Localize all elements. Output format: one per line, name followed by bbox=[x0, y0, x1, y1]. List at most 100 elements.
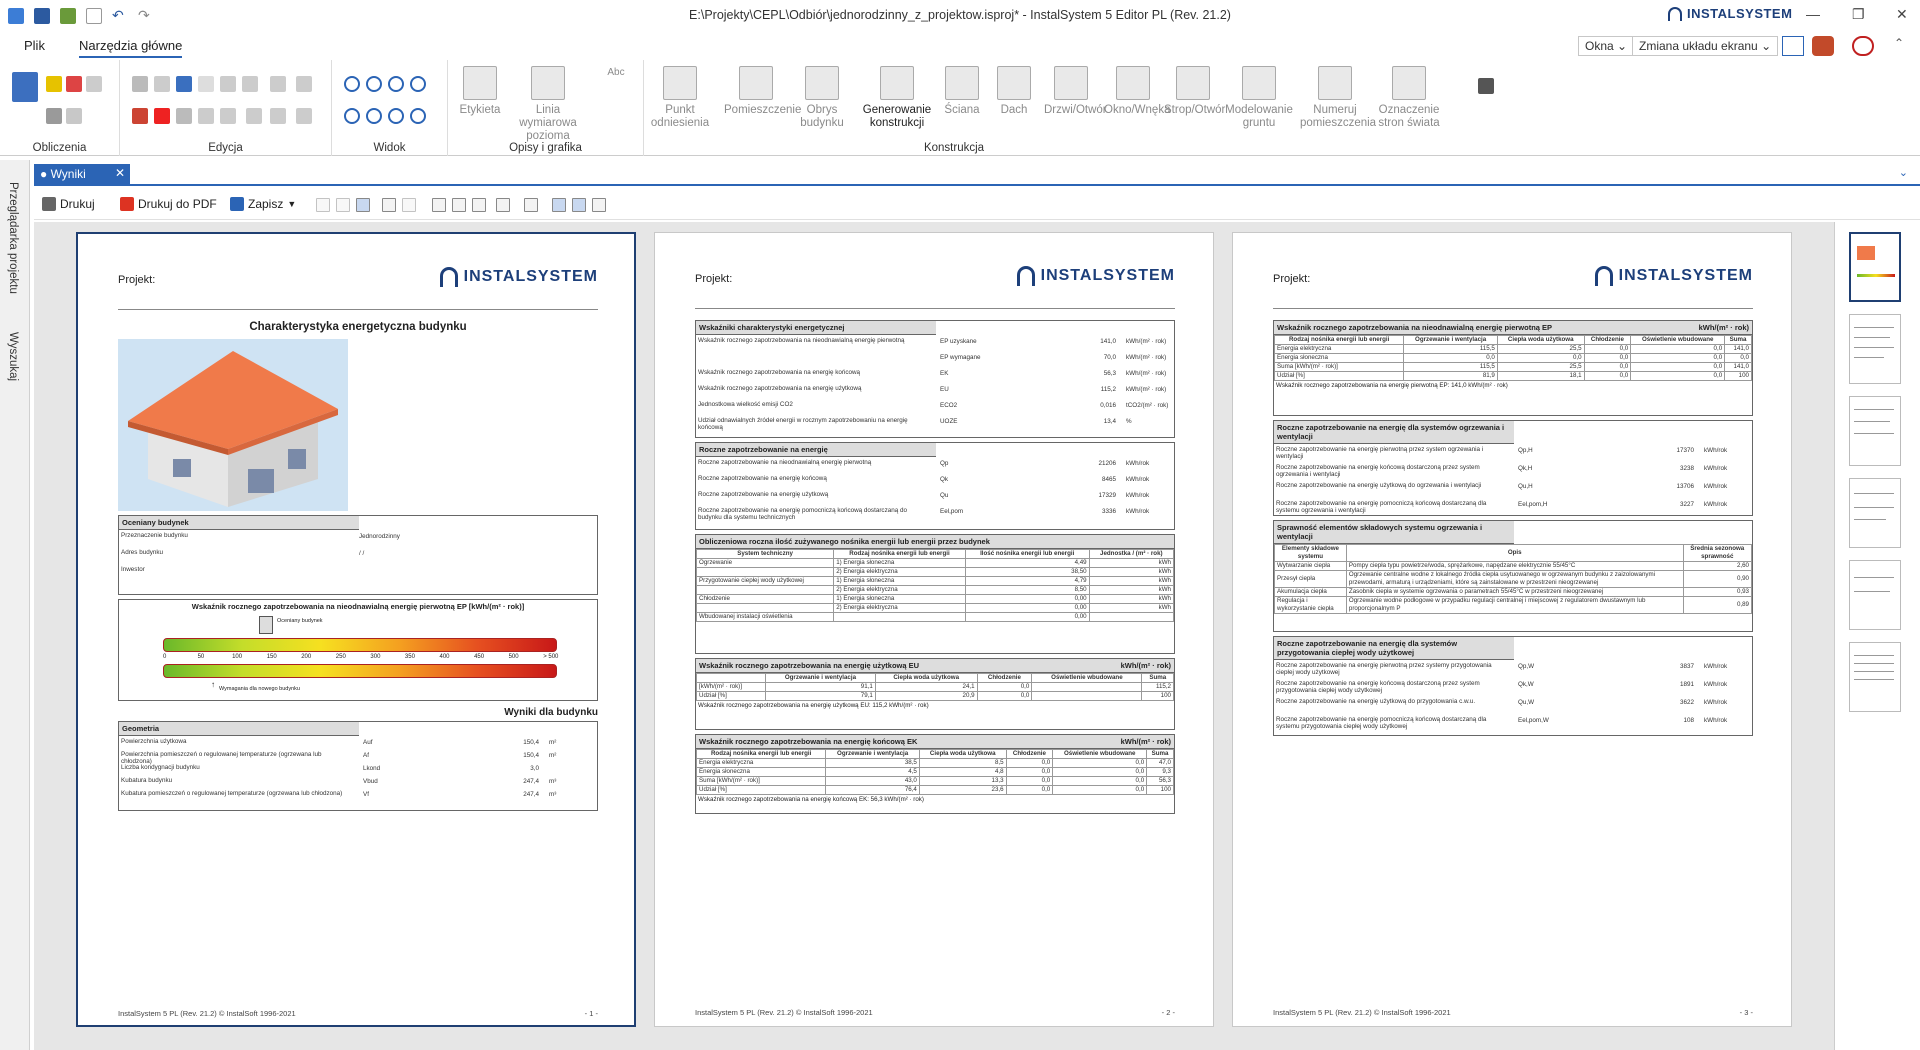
export-icon[interactable] bbox=[592, 198, 606, 212]
konstrukcja-button-2[interactable]: Obrys budynku bbox=[794, 66, 850, 130]
window-dropdown[interactable]: Okna ⌄ bbox=[1578, 36, 1635, 56]
calc-options-icon[interactable] bbox=[86, 76, 102, 92]
zoom-out-icon[interactable] bbox=[366, 76, 382, 92]
select-icon[interactable] bbox=[270, 108, 286, 124]
rotate-icon[interactable] bbox=[296, 76, 312, 92]
monitor-icon[interactable] bbox=[1782, 36, 1804, 56]
konstrukcja-button-7[interactable]: Okno/Wnęka bbox=[1104, 66, 1170, 117]
move-icon[interactable] bbox=[242, 76, 258, 92]
tab-wyniki[interactable]: ● Wyniki ✕ bbox=[34, 164, 130, 186]
thumbnail-page-1[interactable] bbox=[1849, 232, 1901, 302]
tab-wyniki-label: ● Wyniki bbox=[40, 167, 86, 181]
undo-edit-icon[interactable] bbox=[176, 76, 192, 92]
zoom-previous-icon[interactable] bbox=[366, 108, 382, 124]
print-pdf-button[interactable]: Drukuj do PDF bbox=[120, 197, 217, 211]
report-page-1[interactable]: Projekt: INSTALSYSTEM Charakterystyka en… bbox=[76, 232, 636, 1027]
pan-icon[interactable] bbox=[410, 108, 426, 124]
align-icon[interactable] bbox=[220, 76, 236, 92]
settings-icon[interactable] bbox=[1852, 36, 1874, 56]
print-button[interactable]: Drukuj bbox=[42, 197, 95, 211]
zoom-selection-icon[interactable] bbox=[388, 108, 404, 124]
close-button[interactable]: ✕ bbox=[1896, 6, 1908, 23]
fit-width-icon[interactable] bbox=[524, 198, 538, 212]
konstrukcja-button-0[interactable]: Punkt odniesienia bbox=[650, 66, 710, 130]
konstrukcja-button-10[interactable]: Numeruj pomieszczenia bbox=[1300, 66, 1376, 130]
report-page-2[interactable]: Projekt: INSTALSYSTEM Wskaźniki charakte… bbox=[654, 232, 1214, 1027]
zoom-all-icon[interactable] bbox=[410, 76, 426, 92]
group-icon[interactable] bbox=[198, 76, 214, 92]
text-icon[interactable] bbox=[402, 198, 416, 212]
thumbnail-page-2[interactable] bbox=[1849, 314, 1901, 384]
tab-narzedzia-glowne[interactable]: Narzędzia główne bbox=[79, 38, 183, 58]
scale-tick-label: 450 bbox=[474, 654, 485, 660]
cut-icon[interactable] bbox=[132, 108, 148, 124]
thumbnail-page-6[interactable] bbox=[1849, 642, 1901, 712]
eu-unit: kWh/(m² · rok) bbox=[1120, 661, 1171, 670]
delete-icon[interactable] bbox=[154, 108, 170, 124]
calc-check-icon[interactable] bbox=[66, 76, 82, 92]
copy-page-icon[interactable] bbox=[336, 198, 350, 212]
calc-list-icon[interactable] bbox=[66, 108, 82, 124]
carrier-usage-header: Obliczeniowa roczna ilość zużywanego noś… bbox=[696, 535, 1174, 549]
paste-icon[interactable] bbox=[154, 76, 170, 92]
one-page-icon[interactable] bbox=[432, 198, 446, 212]
snap-icon[interactable] bbox=[246, 108, 262, 124]
close-tab-icon[interactable]: ✕ bbox=[115, 166, 125, 180]
table-row: Energia elektryczna 115,5 25,5 0,0 0,0 141,0 bbox=[1273, 344, 1752, 354]
label-button[interactable]: Etykieta bbox=[456, 66, 504, 117]
thumbnail-page-4[interactable] bbox=[1849, 478, 1901, 548]
layout-dropdown[interactable]: Zmiana układu ekranu ⌄ bbox=[1632, 36, 1779, 56]
layout-menu-icon[interactable] bbox=[496, 198, 510, 212]
konstrukcja-button-1[interactable]: Pomieszczenie bbox=[724, 66, 801, 117]
save-dropdown[interactable]: Zapisz ▼ bbox=[230, 197, 296, 211]
properties-icon[interactable] bbox=[296, 108, 312, 124]
scale-icon[interactable] bbox=[198, 108, 214, 124]
calc-heat-icon[interactable] bbox=[46, 76, 62, 92]
multi-pages-icon[interactable] bbox=[472, 198, 486, 212]
page-view-icon[interactable] bbox=[356, 198, 370, 212]
report-page-3[interactable]: Projekt: INSTALSYSTEM Wskaźnik rocznego … bbox=[1232, 232, 1792, 1027]
outline-icon[interactable] bbox=[572, 198, 586, 212]
page-setup-icon[interactable] bbox=[316, 198, 330, 212]
tab-list-chevron-icon[interactable]: ⌄ bbox=[1899, 166, 1908, 179]
calculator-icon[interactable] bbox=[12, 72, 38, 102]
text-style-button[interactable]: Abc bbox=[596, 66, 636, 79]
copy-icon[interactable] bbox=[132, 76, 148, 92]
search-tab[interactable]: Wyszukaj bbox=[7, 332, 19, 381]
arrange-icon[interactable] bbox=[270, 76, 286, 92]
konstrukcja-button-11[interactable]: Oznaczenie stron świata bbox=[1374, 66, 1444, 130]
report-preview[interactable]: Projekt: INSTALSYSTEM Charakterystyka en… bbox=[34, 222, 1834, 1050]
konstrukcja-button-icon bbox=[663, 66, 697, 100]
restore-button[interactable]: ❐ bbox=[1852, 6, 1865, 23]
konstrukcja-button-5[interactable]: Dach bbox=[992, 66, 1036, 117]
heating-demand-row: Roczne zapotrzebowanie na energię pomocn… bbox=[1274, 498, 1752, 516]
book-icon[interactable] bbox=[1478, 78, 1494, 94]
row-value: 8465 bbox=[1101, 476, 1116, 483]
table-cell: 0,0 bbox=[1005, 758, 1054, 768]
calc-print-icon[interactable] bbox=[46, 108, 62, 124]
find-icon[interactable] bbox=[382, 198, 396, 212]
distribute-icon[interactable] bbox=[220, 108, 236, 124]
dimension-line-button[interactable]: Linia wymiarowa pozioma bbox=[508, 66, 588, 143]
tab-plik[interactable]: Plik bbox=[24, 38, 45, 53]
table-header-cell: Ogrzewanie i wentylacja bbox=[825, 749, 920, 759]
konstrukcja-button-6[interactable]: Drzwi/Otwór bbox=[1044, 66, 1107, 117]
instalsystem-logo: INSTALSYSTEM bbox=[1016, 266, 1175, 286]
two-pages-icon[interactable] bbox=[452, 198, 466, 212]
konstrukcja-button-4[interactable]: Ściana bbox=[940, 66, 984, 117]
collapse-ribbon-icon[interactable]: ⌃ bbox=[1888, 36, 1910, 56]
konstrukcja-button-9[interactable]: Modelowanie gruntu bbox=[1224, 66, 1294, 130]
thumbnail-page-3[interactable] bbox=[1849, 396, 1901, 466]
zoom-in-icon[interactable] bbox=[344, 76, 360, 92]
thumbnails-icon[interactable] bbox=[552, 198, 566, 212]
minimize-button[interactable]: — bbox=[1806, 6, 1820, 22]
konstrukcja-button-8[interactable]: Strop/Otwór bbox=[1164, 66, 1225, 117]
catalog-icon[interactable] bbox=[1812, 36, 1834, 56]
thumbnail-page-5[interactable] bbox=[1849, 560, 1901, 630]
project-browser-tab[interactable]: Przeglądarka projektu bbox=[7, 182, 19, 294]
row-unit: % bbox=[1126, 418, 1132, 425]
konstrukcja-button-3[interactable]: Generowanie konstrukcji bbox=[856, 66, 938, 130]
zoom-window-icon[interactable] bbox=[388, 76, 404, 92]
mirror-icon[interactable] bbox=[176, 108, 192, 124]
zoom-extents-icon[interactable] bbox=[344, 108, 360, 124]
